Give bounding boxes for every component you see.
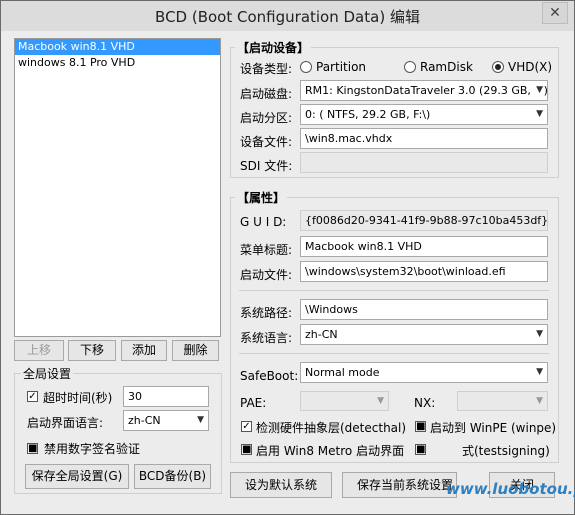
- locale-select[interactable]: zh-CN ▼: [123, 410, 209, 431]
- properties-label: 【属性】: [235, 189, 288, 206]
- chevron-down-icon: ▼: [534, 81, 543, 100]
- divider: [239, 353, 549, 354]
- system-path-field[interactable]: \Windows: [300, 299, 548, 320]
- menu-title-field[interactable]: Macbook win8.1 VHD: [300, 236, 548, 257]
- type-ramdisk-radio[interactable]: [404, 61, 416, 73]
- menu-title-label: 菜单标题:: [240, 243, 293, 257]
- guid-field[interactable]: {f0086d20-9341-41f9-9b88-97c10ba453df}: [300, 210, 548, 231]
- disable-signature-label: 禁用数字签名验证: [44, 442, 141, 456]
- safeboot-select[interactable]: Normal mode ▼: [300, 362, 548, 383]
- nx-select[interactable]: ▼: [457, 391, 548, 411]
- boot-device-label: 【启动设备】: [235, 39, 312, 56]
- system-language-label: 系统语言:: [240, 331, 293, 345]
- boot-partition-label: 启动分区:: [240, 111, 293, 125]
- chevron-down-icon: ▼: [536, 396, 543, 406]
- system-path-label: 系统路径:: [240, 306, 293, 320]
- chevron-down-icon: ▼: [536, 367, 543, 377]
- system-language-value: zh-CN: [305, 328, 338, 341]
- boot-disk-label: 启动磁盘:: [240, 87, 293, 101]
- pae-label: PAE:: [240, 396, 267, 410]
- safeboot-value: Normal mode: [305, 366, 380, 379]
- timeout-field[interactable]: 30: [123, 386, 209, 407]
- bcd-editor-window: BCD (Boot Configuration Data) 编辑 ✕ Macbo…: [0, 0, 575, 515]
- list-item[interactable]: Macbook win8.1 VHD: [15, 39, 220, 55]
- sdi-file-label: SDI 文件:: [240, 159, 293, 173]
- metro-label: 启用 Win8 Metro 启动界面: [256, 444, 405, 458]
- move-up-button[interactable]: 上移: [14, 340, 64, 361]
- set-default-button[interactable]: 设为默认系统: [230, 472, 332, 498]
- boot-disk-value: RM1: KingstonDataTraveler 3.0 (29.3 GB, …: [305, 84, 548, 97]
- winpe-label: 启动到 WinPE (winpe): [430, 421, 557, 435]
- type-vhdx-radio[interactable]: [492, 61, 504, 73]
- save-global-button[interactable]: 保存全局设置(G): [25, 464, 129, 489]
- watermark: www.luobotou.pw: [446, 480, 575, 498]
- bcd-backup-button[interactable]: BCD备份(B): [134, 464, 211, 489]
- boot-file-label: 启动文件:: [240, 268, 293, 282]
- timeout-checkbox[interactable]: ✓: [27, 391, 38, 402]
- nx-label: NX:: [414, 396, 436, 410]
- winpe-checkbox[interactable]: ■: [415, 421, 426, 432]
- type-vhdx-label: VHD(X): [508, 60, 553, 74]
- system-language-select[interactable]: zh-CN ▼: [300, 324, 548, 345]
- title-bar: BCD (Boot Configuration Data) 编辑 ✕: [1, 1, 574, 31]
- boot-entry-list[interactable]: Macbook win8.1 VHD windows 8.1 Pro VHD: [14, 38, 221, 337]
- disable-signature-checkbox[interactable]: ■: [27, 443, 38, 454]
- chevron-down-icon: ▼: [197, 415, 204, 425]
- chevron-down-icon: ▼: [377, 396, 384, 406]
- boot-file-field[interactable]: \windows\system32\boot\winload.efi: [300, 261, 548, 282]
- pae-select[interactable]: ▼: [300, 391, 389, 411]
- window-title: BCD (Boot Configuration Data) 编辑: [155, 8, 420, 26]
- boot-partition-value: 0: ( NTFS, 29.2 GB, F:\): [305, 108, 431, 121]
- testsigning-label: 式(testsigning): [462, 444, 550, 458]
- detecthal-checkbox[interactable]: ✓: [241, 421, 252, 432]
- timeout-label: 超时时间(秒): [43, 391, 113, 405]
- type-ramdisk-label: RamDisk: [420, 60, 473, 74]
- safeboot-label: SafeBoot:: [240, 369, 299, 383]
- guid-label: G U I D:: [240, 215, 287, 229]
- sdi-file-field[interactable]: [300, 152, 548, 173]
- device-file-label: 设备文件:: [240, 135, 293, 149]
- metro-checkbox[interactable]: ■: [241, 444, 252, 455]
- close-icon[interactable]: ✕: [542, 2, 568, 24]
- boot-disk-select[interactable]: RM1: KingstonDataTraveler 3.0 (29.3 GB, …: [300, 80, 548, 101]
- delete-button[interactable]: 删除: [172, 340, 219, 361]
- add-button[interactable]: 添加: [121, 340, 167, 361]
- save-current-button[interactable]: 保存当前系统设置: [342, 472, 457, 498]
- divider: [239, 290, 549, 291]
- detecthal-label: 检测硬件抽象层(detecthal): [256, 421, 407, 435]
- chevron-down-icon: ▼: [536, 329, 543, 339]
- list-item[interactable]: windows 8.1 Pro VHD: [15, 55, 220, 71]
- device-file-field[interactable]: \win8.mac.vhdx: [300, 128, 548, 149]
- device-type-label: 设备类型:: [240, 62, 293, 76]
- chevron-down-icon: ▼: [536, 109, 543, 119]
- global-settings-label: 全局设置: [21, 365, 74, 382]
- locale-label: 启动界面语言:: [27, 416, 104, 430]
- type-partition-label: Partition: [316, 60, 367, 74]
- boot-partition-select[interactable]: 0: ( NTFS, 29.2 GB, F:\) ▼: [300, 104, 548, 125]
- move-down-button[interactable]: 下移: [68, 340, 116, 361]
- locale-value: zh-CN: [128, 414, 161, 427]
- type-partition-radio[interactable]: [300, 61, 312, 73]
- testsigning-checkbox[interactable]: ■: [415, 444, 426, 455]
